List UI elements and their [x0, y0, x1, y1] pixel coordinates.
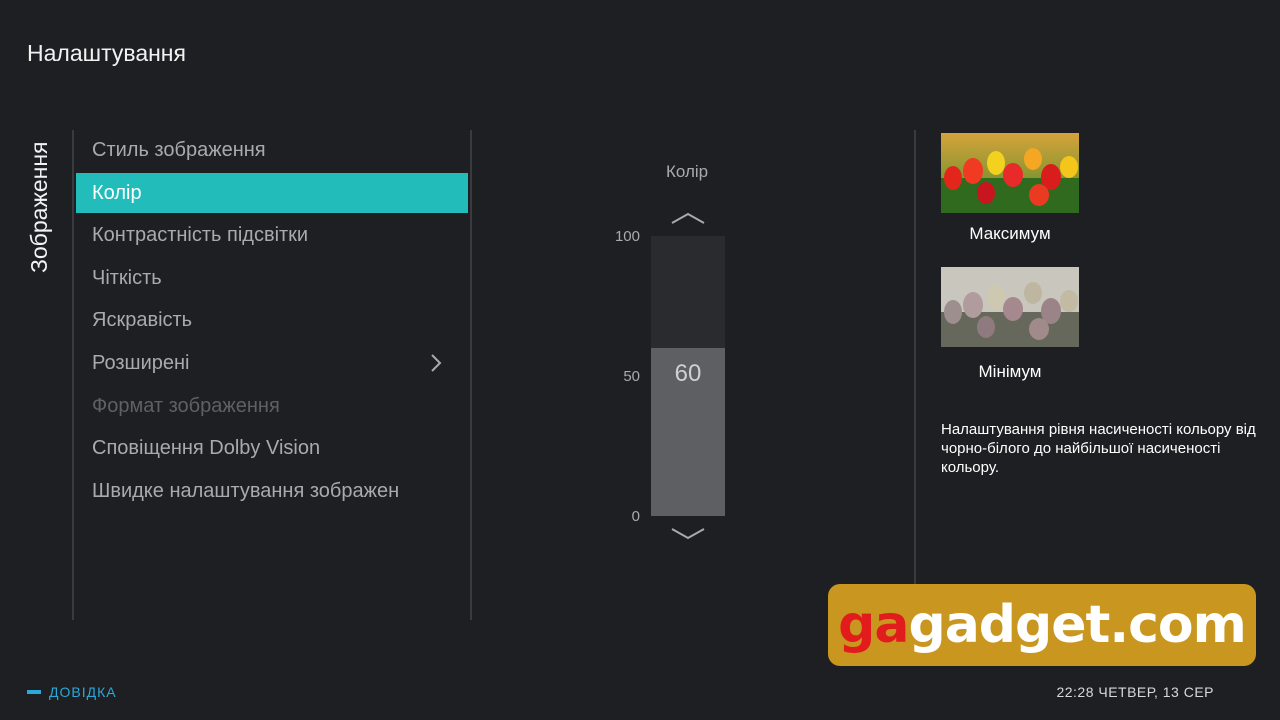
menu-item-dolby-vision-notification[interactable]: Сповіщення Dolby Vision	[76, 428, 468, 468]
menu-item-label: Формат зображення	[92, 394, 280, 417]
chevron-up-icon[interactable]	[668, 210, 708, 226]
chevron-down-icon[interactable]	[668, 526, 708, 542]
menu-item-label: Розширені	[92, 351, 190, 374]
slider-title: Колір	[666, 162, 709, 181]
color-slider[interactable]: 60	[651, 236, 725, 516]
menu-item-label: Колір	[92, 181, 142, 204]
menu-item-label: Чіткість	[92, 266, 162, 289]
menu-item-advanced[interactable]: Розширені	[76, 343, 468, 383]
help-button[interactable]: ДОВІДКА	[27, 684, 117, 700]
blue-key-icon	[27, 690, 41, 694]
menu-item-picture-format: Формат зображення	[76, 386, 468, 426]
tick-label-mid: 50	[623, 368, 640, 385]
preview-min-label: Мінімум	[978, 362, 1042, 381]
menu-item-label: Контрастність підсвітки	[92, 224, 309, 247]
menu-item-label: Стиль зображення	[92, 139, 266, 161]
preview-max-label: Максимум	[969, 224, 1051, 243]
divider-right	[914, 130, 916, 620]
menu-item-brightness[interactable]: Яскравість	[76, 300, 468, 340]
menu-item-backlight-contrast[interactable]: Контрастність підсвітки	[76, 215, 468, 255]
clock-date: 22:28 ЧЕТВЕР, 13 СЕР	[1056, 684, 1214, 700]
menu-item-label: Швидке налаштування зображен	[92, 479, 400, 502]
divider-middle	[470, 130, 472, 620]
menu-item-label: Сповіщення Dolby Vision	[92, 437, 321, 460]
tick-label-max: 100	[614, 228, 640, 245]
menu-item-sharpness[interactable]: Чіткість	[76, 258, 468, 298]
preview-max-image	[941, 133, 1079, 213]
watermark-part-white: gadget.com	[908, 595, 1246, 655]
preview-min-image	[941, 267, 1079, 347]
menu-item-color[interactable]: Колір	[76, 172, 468, 213]
settings-menu: Стиль зображення Колір Контрастність під…	[76, 130, 468, 513]
menu-item-quick-picture-setup[interactable]: Швидке налаштування зображен	[76, 471, 468, 511]
slider-value: 60	[674, 360, 702, 387]
page-title: Налаштування	[27, 40, 186, 66]
tick-label-min: 0	[631, 508, 640, 525]
divider-left	[72, 130, 74, 620]
help-label: ДОВІДКА	[49, 684, 117, 700]
menu-item-label: Яскравість	[92, 309, 193, 332]
slider-fill: 60	[651, 348, 725, 516]
watermark-logo: ga gadget.com	[828, 584, 1256, 666]
menu-item-picture-style[interactable]: Стиль зображення	[76, 130, 468, 170]
setting-description: Налаштування рівня насиченості кольору в…	[941, 421, 1256, 476]
section-label: Зображення	[26, 141, 52, 273]
watermark-part-red: ga	[838, 595, 909, 655]
chevron-right-icon	[426, 343, 446, 383]
